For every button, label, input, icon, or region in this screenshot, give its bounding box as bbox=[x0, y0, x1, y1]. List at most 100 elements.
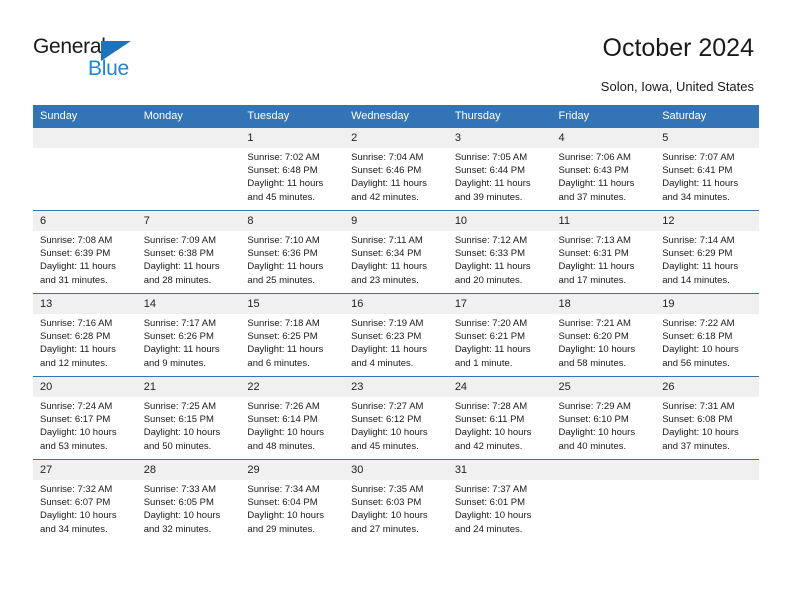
daylight-text-line1: Daylight: 11 hours bbox=[558, 261, 635, 273]
day-number: 27 bbox=[33, 460, 137, 480]
calendar-body: 1 Sunrise: 7:02 AM Sunset: 6:48 PM Daylight… bbox=[33, 127, 759, 542]
daylight-text-line1: Daylight: 11 hours bbox=[143, 261, 220, 273]
weekday-header-monday: Monday bbox=[136, 105, 241, 128]
sunrise-text: Sunrise: 7:33 AM bbox=[143, 484, 217, 495]
day-sun-info: Sunrise: 7:16 AM Sunset: 6:28 PM Daylight:… bbox=[33, 314, 137, 370]
calendar-cell-day[interactable]: 20 Sunrise: 7:24 AM Sunset: 6:17 PM Dayligh… bbox=[33, 376, 137, 460]
calendar-cell-day[interactable]: 4 Sunrise: 7:06 AM Sunset: 6:43 PM Daylight… bbox=[551, 127, 656, 211]
sunset-text: Sunset: 6:23 PM bbox=[351, 331, 422, 343]
sunset-text: Sunset: 6:44 PM bbox=[454, 165, 526, 177]
daylight-text-line2: and 29 minutes. bbox=[247, 523, 316, 535]
daylight-text-line2: and 45 minutes. bbox=[247, 191, 316, 203]
day-number: 2 bbox=[344, 128, 448, 148]
calendar-cell-day[interactable]: 2 Sunrise: 7:04 AM Sunset: 6:46 PM Daylight… bbox=[344, 127, 448, 211]
day-number: 20 bbox=[33, 377, 137, 397]
day-sun-info: Sunrise: 7:08 AM Sunset: 6:39 PM Daylight:… bbox=[33, 231, 137, 287]
calendar-cell-day[interactable]: 29 Sunrise: 7:34 AM Sunset: 6:04 PM Dayligh… bbox=[240, 459, 345, 542]
sunrise-text: Sunrise: 7:29 AM bbox=[558, 401, 631, 412]
calendar-cell-day[interactable]: 13 Sunrise: 7:16 AM Sunset: 6:28 PM Dayligh… bbox=[33, 293, 137, 377]
day-cell bbox=[33, 128, 137, 210]
calendar-cell-day[interactable]: 25 Sunrise: 7:29 AM Sunset: 6:10 PM Dayligh… bbox=[551, 376, 656, 460]
day-number: 24 bbox=[447, 377, 552, 397]
sunrise-text: Sunrise: 7:19 AM bbox=[351, 318, 424, 329]
calendar-cell-day[interactable]: 7 Sunrise: 7:09 AM Sunset: 6:38 PM Daylight… bbox=[136, 210, 241, 294]
calendar-cell-day[interactable]: 31 Sunrise: 7:37 AM Sunset: 6:01 PM Dayligh… bbox=[447, 459, 552, 542]
day-sun-info: Sunrise: 7:27 AM Sunset: 6:12 PM Daylight:… bbox=[344, 397, 448, 453]
day-number: 21 bbox=[136, 377, 241, 397]
calendar-cell-day[interactable]: 10 Sunrise: 7:12 AM Sunset: 6:33 PM Dayligh… bbox=[447, 210, 552, 294]
day-cell: 22 Sunrise: 7:26 AM Sunset: 6:14 PM Dayligh… bbox=[240, 377, 345, 459]
day-sun-info: Sunrise: 7:02 AM Sunset: 6:48 PM Daylight:… bbox=[240, 148, 344, 204]
calendar-cell-day[interactable]: 12 Sunrise: 7:14 AM Sunset: 6:29 PM Dayligh… bbox=[655, 210, 759, 294]
calendar-cell-day[interactable]: 22 Sunrise: 7:26 AM Sunset: 6:14 PM Dayligh… bbox=[240, 376, 345, 460]
calendar-cell-day[interactable]: 5 Sunrise: 7:07 AM Sunset: 6:41 PM Daylight… bbox=[655, 127, 759, 211]
day-sun-info: Sunrise: 7:12 AM Sunset: 6:33 PM Daylight:… bbox=[448, 231, 552, 287]
calendar-cell-day[interactable]: 17 Sunrise: 7:20 AM Sunset: 6:21 PM Dayligh… bbox=[447, 293, 552, 377]
daylight-text-line1: Daylight: 10 hours bbox=[143, 427, 221, 439]
daylight-text-line2: and 17 minutes. bbox=[558, 274, 627, 286]
calendar-cell-day[interactable]: 28 Sunrise: 7:33 AM Sunset: 6:05 PM Dayligh… bbox=[136, 459, 241, 542]
calendar-cell-day[interactable]: 16 Sunrise: 7:19 AM Sunset: 6:23 PM Dayligh… bbox=[344, 293, 448, 377]
daylight-text-line2: and 42 minutes. bbox=[454, 440, 523, 452]
sunrise-text: Sunrise: 7:17 AM bbox=[143, 318, 217, 329]
day-number: 13 bbox=[33, 294, 137, 314]
daylight-text-line1: Daylight: 11 hours bbox=[143, 344, 220, 356]
day-cell: 23 Sunrise: 7:27 AM Sunset: 6:12 PM Dayligh… bbox=[344, 377, 448, 459]
day-number: 30 bbox=[344, 460, 448, 480]
calendar-cell-day[interactable]: 30 Sunrise: 7:35 AM Sunset: 6:03 PM Dayligh… bbox=[344, 459, 448, 542]
day-cell: 12 Sunrise: 7:14 AM Sunset: 6:29 PM Dayligh… bbox=[655, 211, 759, 293]
calendar-cell-day[interactable]: 24 Sunrise: 7:28 AM Sunset: 6:11 PM Dayligh… bbox=[447, 376, 552, 460]
daylight-text-line1: Daylight: 11 hours bbox=[247, 344, 324, 356]
calendar-cell-day[interactable]: 15 Sunrise: 7:18 AM Sunset: 6:25 PM Dayligh… bbox=[240, 293, 345, 377]
sunrise-text: Sunrise: 7:06 AM bbox=[558, 152, 631, 163]
calendar-cell-day[interactable]: 26 Sunrise: 7:31 AM Sunset: 6:08 PM Dayligh… bbox=[655, 376, 759, 460]
daylight-text-line2: and 1 minute. bbox=[454, 357, 513, 369]
day-cell: 17 Sunrise: 7:20 AM Sunset: 6:21 PM Dayligh… bbox=[447, 294, 552, 376]
day-cell: 1 Sunrise: 7:02 AM Sunset: 6:48 PM Daylight… bbox=[240, 128, 345, 210]
sunrise-text: Sunrise: 7:08 AM bbox=[40, 235, 113, 246]
daylight-text-line2: and 37 minutes. bbox=[558, 191, 627, 203]
sunset-text: Sunset: 6:43 PM bbox=[558, 165, 629, 177]
calendar-cell-day[interactable]: 19 Sunrise: 7:22 AM Sunset: 6:18 PM Dayligh… bbox=[655, 293, 759, 377]
day-sun-info: Sunrise: 7:11 AM Sunset: 6:34 PM Daylight:… bbox=[344, 231, 448, 287]
sunrise-text: Sunrise: 7:25 AM bbox=[143, 401, 217, 412]
calendar-cell-day[interactable]: 21 Sunrise: 7:25 AM Sunset: 6:15 PM Dayligh… bbox=[136, 376, 241, 460]
day-sun-info: Sunrise: 7:37 AM Sunset: 6:01 PM Daylight:… bbox=[448, 480, 552, 536]
page-title: October 2024 bbox=[602, 34, 755, 62]
sunset-text: Sunset: 6:04 PM bbox=[247, 497, 318, 509]
calendar-cell-day[interactable]: 1 Sunrise: 7:02 AM Sunset: 6:48 PM Daylight… bbox=[240, 127, 345, 211]
daylight-text-line2: and 39 minutes. bbox=[454, 191, 523, 203]
day-number: 8 bbox=[240, 211, 345, 231]
calendar-week-row: 20 Sunrise: 7:24 AM Sunset: 6:17 PM Dayligh… bbox=[33, 376, 759, 460]
sunrise-text: Sunrise: 7:04 AM bbox=[351, 152, 424, 163]
sunset-text: Sunset: 6:17 PM bbox=[40, 414, 111, 426]
calendar-week-row: 13 Sunrise: 7:16 AM Sunset: 6:28 PM Dayligh… bbox=[33, 293, 759, 377]
day-cell: 18 Sunrise: 7:21 AM Sunset: 6:20 PM Dayligh… bbox=[551, 294, 656, 376]
calendar-cell-empty bbox=[655, 459, 759, 542]
calendar-cell-empty bbox=[136, 127, 241, 211]
sunrise-text: Sunrise: 7:35 AM bbox=[351, 484, 424, 495]
day-number: 23 bbox=[344, 377, 448, 397]
calendar-page: General Blue October 2024 Solon, Iowa, U… bbox=[0, 0, 792, 612]
calendar-grid: Sunday Monday Tuesday Wednesday Thursday Frid… bbox=[33, 105, 759, 542]
day-cell: 13 Sunrise: 7:16 AM Sunset: 6:28 PM Dayligh… bbox=[33, 294, 137, 376]
daylight-text-line1: Daylight: 10 hours bbox=[351, 427, 428, 439]
calendar-cell-day[interactable]: 11 Sunrise: 7:13 AM Sunset: 6:31 PM Dayligh… bbox=[551, 210, 656, 294]
daylight-text-line2: and 9 minutes. bbox=[143, 357, 207, 369]
daylight-text-line2: and 40 minutes. bbox=[558, 440, 627, 452]
calendar-cell-day[interactable]: 9 Sunrise: 7:11 AM Sunset: 6:34 PM Daylight… bbox=[344, 210, 448, 294]
day-number bbox=[136, 128, 241, 148]
daylight-text-line2: and 24 minutes. bbox=[454, 523, 523, 535]
calendar-cell-day[interactable]: 27 Sunrise: 7:32 AM Sunset: 6:07 PM Dayligh… bbox=[33, 459, 137, 542]
sunset-text: Sunset: 6:33 PM bbox=[454, 248, 526, 260]
calendar-cell-day[interactable]: 14 Sunrise: 7:17 AM Sunset: 6:26 PM Dayligh… bbox=[136, 293, 241, 377]
sunset-text: Sunset: 6:25 PM bbox=[247, 331, 318, 343]
daylight-text-line2: and 4 minutes. bbox=[351, 357, 414, 369]
calendar-cell-day[interactable]: 23 Sunrise: 7:27 AM Sunset: 6:12 PM Dayligh… bbox=[344, 376, 448, 460]
calendar-cell-day[interactable]: 8 Sunrise: 7:10 AM Sunset: 6:36 PM Daylight… bbox=[240, 210, 345, 294]
day-sun-info: Sunrise: 7:17 AM Sunset: 6:26 PM Daylight:… bbox=[137, 314, 241, 370]
calendar-cell-day[interactable]: 3 Sunrise: 7:05 AM Sunset: 6:44 PM Daylight… bbox=[447, 127, 552, 211]
calendar-cell-day[interactable]: 18 Sunrise: 7:21 AM Sunset: 6:20 PM Dayligh… bbox=[551, 293, 656, 377]
day-number bbox=[655, 460, 759, 480]
calendar-cell-day[interactable]: 6 Sunrise: 7:08 AM Sunset: 6:39 PM Daylight… bbox=[33, 210, 137, 294]
